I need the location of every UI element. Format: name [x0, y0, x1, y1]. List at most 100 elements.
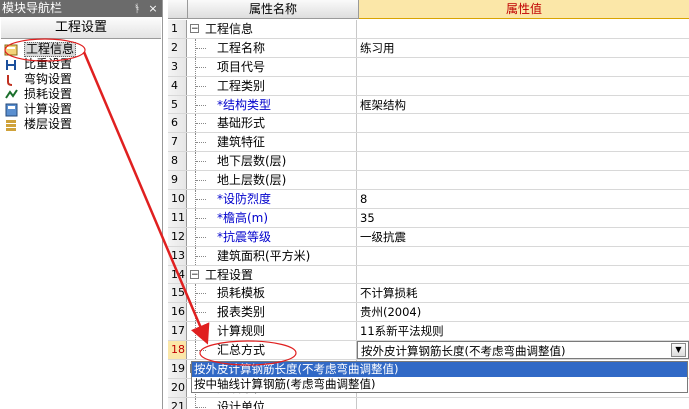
nav-item-label: 弯钩设置 — [24, 72, 73, 86]
property-value-cell[interactable]: 35 — [357, 209, 689, 227]
property-name-cell[interactable]: *设防烈度 — [187, 190, 357, 208]
property-label: 地上层数(层) — [217, 173, 287, 188]
property-name-cell[interactable]: 基础形式 — [187, 114, 357, 133]
property-value-cell[interactable]: 练习用 — [357, 39, 689, 57]
nav-item[interactable]: 计算设置 — [0, 102, 162, 117]
nav-section-header[interactable]: 工程设置 — [1, 17, 161, 39]
dropdown-option[interactable]: 按中轴线计算钢筋(考虑弯曲调整值) — [192, 377, 687, 392]
row-number: 14 — [168, 265, 187, 284]
property-name-cell[interactable]: *抗震等级 — [187, 227, 357, 246]
property-value-cell[interactable]: 贵州(2004) — [357, 303, 689, 321]
close-icon[interactable]: × — [146, 0, 160, 17]
property-row[interactable]: 21 设计单位 — [168, 397, 689, 409]
property-name-cell[interactable]: − 工程信息 — [187, 20, 357, 38]
row-number: 11 — [168, 208, 187, 227]
property-name-cell[interactable]: *结构类型 — [187, 95, 357, 114]
property-row[interactable]: 5 *结构类型 框架结构 — [168, 95, 689, 115]
tree-line — [196, 123, 206, 125]
collapse-icon[interactable]: − — [190, 269, 199, 279]
property-name-cell[interactable]: 损耗模板 — [187, 284, 357, 303]
property-name-cell[interactable]: 工程名称 — [187, 38, 357, 57]
property-value-cell[interactable]: 8 — [357, 190, 689, 208]
column-header-value[interactable]: 属性值 — [359, 0, 689, 19]
property-name-cell[interactable]: 项目代号 — [187, 57, 357, 76]
row-number: 20 — [168, 378, 187, 397]
property-name-cell[interactable]: 设计单位 — [187, 397, 357, 409]
collapse-icon[interactable]: − — [190, 24, 199, 34]
property-row[interactable]: 4 工程类别 — [168, 76, 689, 96]
row-number: 7 — [168, 133, 187, 152]
property-row[interactable]: 11 *檐高(m) 35 — [168, 208, 689, 228]
property-value-cell[interactable]: 不计算损耗 — [357, 284, 689, 302]
nav-item-label: 比重设置 — [24, 57, 73, 71]
property-value-cell[interactable] — [357, 77, 689, 95]
property-value: 不计算损耗 — [360, 286, 418, 301]
property-row[interactable]: 9 地上层数(层) — [168, 171, 689, 191]
property-label: 基础形式 — [217, 116, 266, 131]
property-name-cell[interactable]: 地上层数(层) — [187, 171, 357, 190]
nav-item[interactable]: 比重设置 — [0, 57, 162, 72]
property-row[interactable]: 13 建筑面积(平方米) — [168, 246, 689, 266]
property-name-cell[interactable]: 建筑面积(平方米) — [187, 246, 357, 265]
property-row[interactable]: 16 报表类别 贵州(2004) — [168, 303, 689, 323]
row-number: 10 — [168, 190, 187, 208]
property-name-cell[interactable]: *檐高(m) — [187, 208, 357, 227]
summary-method-select[interactable]: 按外皮计算钢筋长度(不考虑弯曲调整值) ▼ — [357, 341, 689, 360]
property-value-cell[interactable] — [357, 114, 689, 132]
property-value-cell[interactable]: 11系新平法规则 — [357, 322, 689, 340]
property-value-cell[interactable] — [357, 247, 689, 265]
row-number: 9 — [168, 171, 187, 190]
floor-icon — [4, 118, 20, 132]
property-row[interactable]: 6 基础形式 — [168, 114, 689, 134]
pin-icon[interactable]: ᚬ — [130, 0, 144, 17]
property-value-cell[interactable]: 框架结构 — [357, 96, 689, 114]
project-info-icon — [4, 43, 20, 57]
property-label: 建筑面积(平方米) — [217, 248, 311, 263]
property-value-cell[interactable] — [357, 266, 689, 284]
nav-item[interactable]: 工程信息 — [0, 42, 162, 57]
property-name-cell[interactable]: 地下层数(层) — [187, 152, 357, 171]
property-label: 建筑特征 — [217, 135, 266, 150]
row-number: 21 — [168, 397, 187, 409]
property-value-cell[interactable] — [357, 152, 689, 170]
property-name-cell[interactable]: 报表类别 — [187, 303, 357, 322]
property-label: 汇总方式 — [217, 343, 266, 358]
tree-line — [196, 236, 206, 238]
property-name-cell[interactable]: 计算规则 — [187, 322, 357, 341]
row-number: 2 — [168, 38, 187, 57]
property-value-cell[interactable]: 一级抗震 — [357, 228, 689, 246]
module-navigation-panel: 模块导航栏 ᚬ × 工程设置 工程信息 比重设置 弯钩设置 损耗设置 计算设置 楼层设置 — [0, 0, 163, 409]
tree-line — [196, 255, 206, 257]
property-row[interactable]: 17 计算规则 11系新平法规则 — [168, 322, 689, 342]
nav-item[interactable]: 楼层设置 — [0, 117, 162, 132]
property-name-cell[interactable]: 汇总方式 — [187, 341, 357, 360]
property-value-cell[interactable] — [357, 58, 689, 76]
group-row[interactable]: 1− 工程信息 — [168, 20, 689, 39]
nav-list: 工程信息 比重设置 弯钩设置 损耗设置 计算设置 楼层设置 — [0, 39, 162, 132]
property-row[interactable]: 2 工程名称 练习用 — [168, 38, 689, 58]
group-row[interactable]: 14− 工程设置 — [168, 265, 689, 285]
property-value-cell[interactable] — [357, 398, 689, 409]
property-row[interactable]: 8 地下层数(层) — [168, 152, 689, 172]
property-value-cell[interactable] — [357, 171, 689, 189]
property-value-cell[interactable] — [357, 20, 689, 38]
nav-item[interactable]: 弯钩设置 — [0, 72, 162, 87]
property-row[interactable]: 3 项目代号 — [168, 57, 689, 77]
tree-line — [196, 199, 206, 201]
column-header-name[interactable]: 属性名称 — [188, 0, 359, 19]
property-name-cell[interactable]: 工程类别 — [187, 76, 357, 95]
property-row[interactable]: 15 损耗模板 不计算损耗 — [168, 284, 689, 304]
property-row[interactable]: 12 *抗震等级 一级抗震 — [168, 227, 689, 247]
property-row[interactable]: 18 汇总方式 按外皮计算钢筋长度(不考虑弯曲调整值) ▼ — [168, 341, 689, 361]
property-label: 工程类别 — [217, 78, 266, 93]
property-value-cell[interactable] — [357, 133, 689, 151]
property-row[interactable]: 7 建筑特征 — [168, 133, 689, 153]
property-value: 11系新平法规则 — [360, 324, 444, 339]
property-row[interactable]: 10 *设防烈度 8 — [168, 190, 689, 209]
dropdown-option[interactable]: 按外皮计算钢筋长度(不考虑弯曲调整值) — [192, 362, 687, 377]
nav-item[interactable]: 损耗设置 — [0, 87, 162, 102]
property-name-cell[interactable]: 建筑特征 — [187, 133, 357, 152]
tree-line — [196, 104, 206, 106]
property-name-cell[interactable]: − 工程设置 — [187, 265, 357, 284]
chevron-down-icon[interactable]: ▼ — [671, 343, 686, 358]
